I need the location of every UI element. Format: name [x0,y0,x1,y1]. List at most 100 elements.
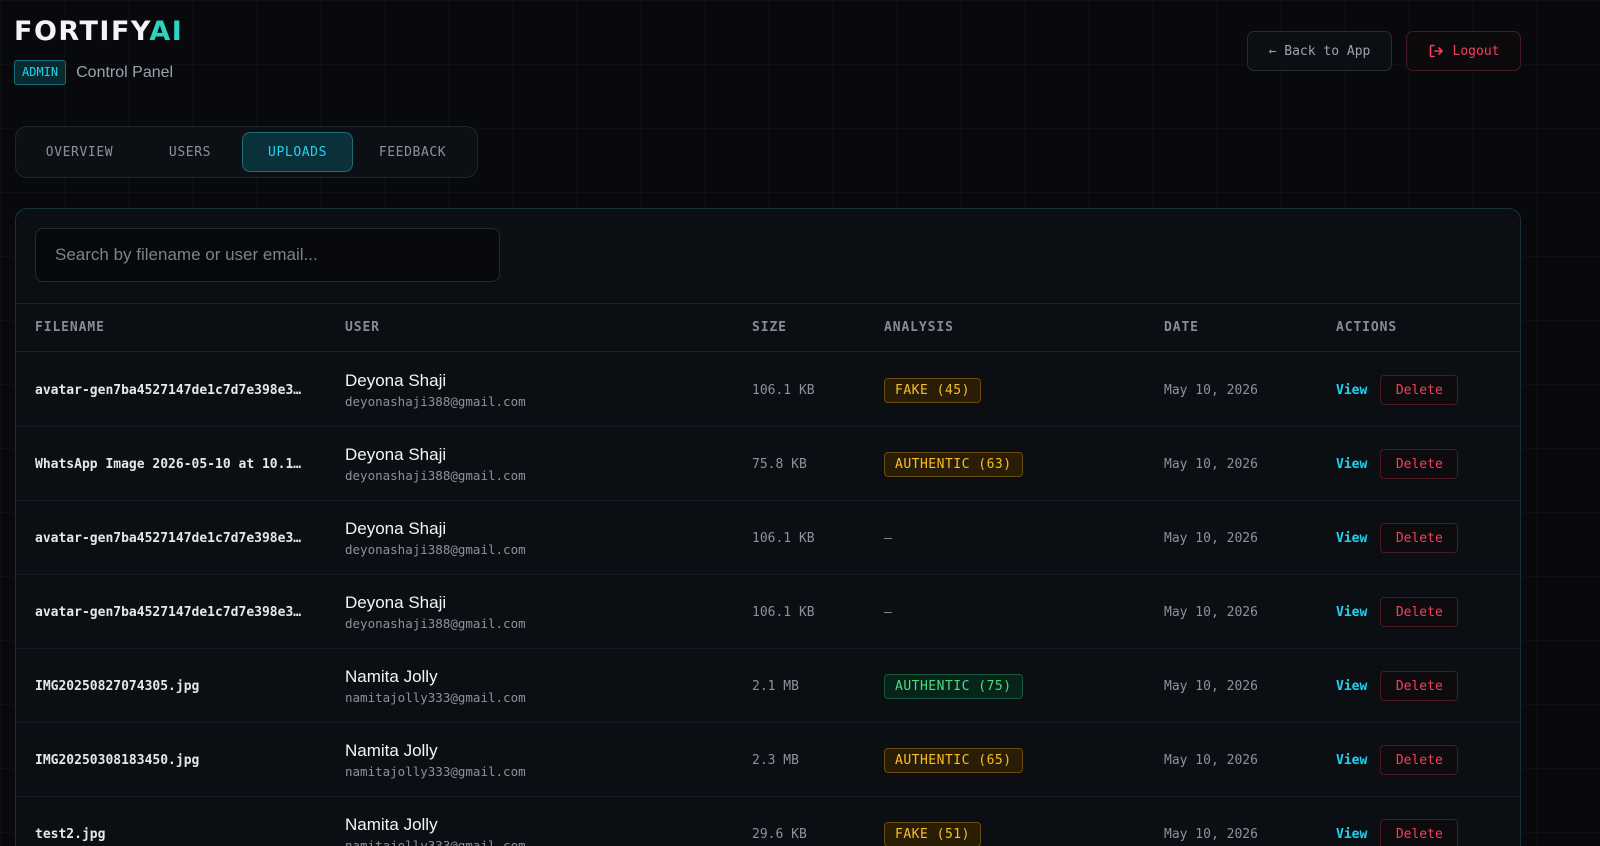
user-email: namitajolly333@gmail.com [345,764,526,779]
back-to-app-button[interactable]: ← Back to App [1247,31,1392,71]
filename: IMG20250308183450.jpg [35,752,200,768]
delete-button[interactable]: Delete [1380,449,1459,479]
size-cell: 106.1 KB [752,501,815,575]
upload-date: May 10, 2026 [1164,604,1258,620]
analysis-cell: — [884,501,892,575]
upload-date: May 10, 2026 [1164,752,1258,768]
tab-users[interactable]: USERS [138,132,242,172]
user-name: Deyona Shaji [345,445,447,464]
filename: avatar-gen7ba4527147de1c7d7e398e3… [35,604,302,620]
analysis-cell: AUTHENTIC (63) [884,427,1023,501]
size-cell: 2.1 MB [752,649,799,723]
filename: test2.jpg [35,826,106,842]
analysis-cell: AUTHENTIC (75) [884,649,1023,723]
logout-button[interactable]: Logout [1406,31,1521,71]
analysis-cell: — [884,575,892,649]
file-size: 2.1 MB [752,678,799,694]
user-email: deyonashaji388@gmail.com [345,616,526,631]
delete-button[interactable]: Delete [1380,523,1459,553]
delete-button[interactable]: Delete [1380,819,1459,846]
delete-button[interactable]: Delete [1380,745,1459,775]
filename-cell: IMG20250827074305.jpg [35,649,315,723]
date-cell: May 10, 2026 [1164,427,1258,501]
user-cell: Deyona Shaji deyonashaji388@gmail.com [345,575,526,649]
actions-cell: View Delete [1336,353,1459,427]
uploads-panel: FILENAME USER SIZE ANALYSIS DATE ACTIONS… [15,208,1521,846]
admin-badge: ADMIN [14,60,67,85]
section-tabs: OVERVIEW USERS UPLOADS FEEDBACK [15,126,478,178]
size-cell: 106.1 KB [752,353,815,427]
actions-cell: View Delete [1336,649,1459,723]
table-row: avatar-gen7ba4527147de1c7d7e398e3… Deyona… [16,501,1520,575]
filename-cell: test2.jpg [35,797,315,846]
view-button[interactable]: View [1336,753,1367,768]
brand-block: FORTIFYAI ADMIN Control Panel [14,14,183,85]
app-logo: FORTIFYAI [14,14,183,50]
user-email: deyonashaji388@gmail.com [345,468,526,483]
analysis-empty: — [884,530,892,546]
table-row: WhatsApp Image 2026-05-10 at 10.1… Deyona… [16,427,1520,501]
view-button[interactable]: View [1336,679,1367,694]
analysis-badge: AUTHENTIC (75) [884,673,1023,699]
tab-overview[interactable]: OVERVIEW [21,132,138,172]
delete-button[interactable]: Delete [1380,375,1459,405]
column-header-date: DATE [1164,320,1199,335]
filename: IMG20250827074305.jpg [35,678,200,694]
filename-cell: avatar-gen7ba4527147de1c7d7e398e3… [35,575,315,649]
search-input[interactable] [35,228,500,282]
upload-date: May 10, 2026 [1164,678,1258,694]
column-header-filename: FILENAME [35,320,105,335]
user-name: Deyona Shaji [345,593,447,612]
user-name: Namita Jolly [345,815,438,834]
size-cell: 2.3 MB [752,723,799,797]
date-cell: May 10, 2026 [1164,797,1258,846]
filename-cell: avatar-gen7ba4527147de1c7d7e398e3… [35,501,315,575]
size-cell: 106.1 KB [752,575,815,649]
user-name: Deyona Shaji [345,371,447,390]
date-cell: May 10, 2026 [1164,501,1258,575]
file-size: 2.3 MB [752,752,799,768]
column-header-size: SIZE [752,320,787,335]
column-header-analysis: ANALYSIS [884,320,954,335]
table-body: avatar-gen7ba4527147de1c7d7e398e3… Deyona… [16,353,1520,846]
file-size: 106.1 KB [752,604,815,620]
upload-date: May 10, 2026 [1164,826,1258,842]
view-button[interactable]: View [1336,605,1367,620]
tab-uploads[interactable]: UPLOADS [242,132,354,172]
analysis-badge: AUTHENTIC (63) [884,451,1023,477]
column-header-user: USER [345,320,380,335]
view-button[interactable]: View [1336,531,1367,546]
actions-cell: View Delete [1336,427,1459,501]
user-cell: Deyona Shaji deyonashaji388@gmail.com [345,427,526,501]
size-cell: 75.8 KB [752,427,807,501]
brand-subline: ADMIN Control Panel [14,60,183,85]
logout-icon [1428,43,1444,59]
table-row: test2.jpg Namita Jolly namitajolly333@gmai… [16,797,1520,846]
filename-cell: IMG20250308183450.jpg [35,723,315,797]
filename: WhatsApp Image 2026-05-10 at 10.1… [35,456,302,472]
delete-button[interactable]: Delete [1380,671,1459,701]
analysis-cell: FAKE (45) [884,353,981,427]
view-button[interactable]: View [1336,457,1367,472]
logout-label: Logout [1452,43,1500,59]
filename: avatar-gen7ba4527147de1c7d7e398e3… [35,530,302,546]
analysis-badge: FAKE (51) [884,821,981,846]
filename-cell: WhatsApp Image 2026-05-10 at 10.1… [35,427,315,501]
date-cell: May 10, 2026 [1164,649,1258,723]
table-row: IMG20250308183450.jpg Namita Jolly namitaj… [16,723,1520,797]
control-panel-label: Control Panel [76,63,174,81]
logo-accent: AI [149,16,184,47]
tab-feedback[interactable]: FEEDBACK [353,132,472,172]
delete-button[interactable]: Delete [1380,597,1459,627]
user-email: namitajolly333@gmail.com [345,690,526,705]
analysis-badge: AUTHENTIC (65) [884,747,1023,773]
view-button[interactable]: View [1336,827,1367,842]
user-name: Deyona Shaji [345,519,447,538]
view-button[interactable]: View [1336,383,1367,398]
user-cell: Namita Jolly namitajolly333@gmail.com [345,723,526,797]
actions-cell: View Delete [1336,575,1459,649]
upload-date: May 10, 2026 [1164,530,1258,546]
user-name: Namita Jolly [345,741,438,760]
user-name: Namita Jolly [345,667,438,686]
upload-date: May 10, 2026 [1164,456,1258,472]
